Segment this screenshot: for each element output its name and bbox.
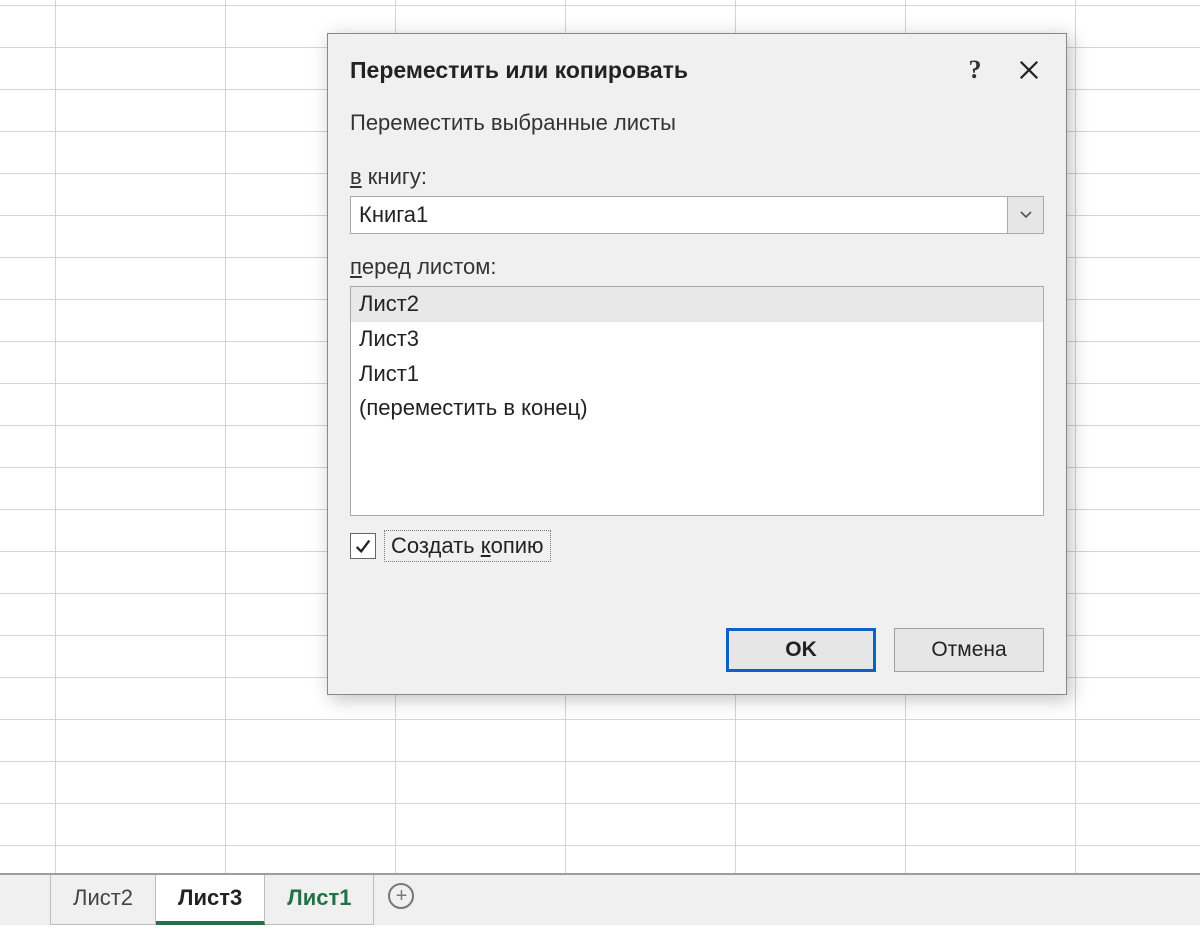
ok-button[interactable]: OK [726,628,876,672]
before-sheet-label: перед листом: [350,254,1044,280]
sheet-tabs-bar: Лист2Лист3Лист1 + [0,873,1200,925]
dialog-titlebar[interactable]: Переместить или копировать ? [328,34,1066,106]
checkmark-icon [354,537,372,555]
dialog-title: Переместить или копировать [350,57,948,84]
to-book-label: в книгу: [350,164,1044,190]
chevron-down-icon [1020,211,1032,219]
sheet-tab[interactable]: Лист1 [265,875,374,925]
plus-icon: + [388,883,414,909]
combobox-dropdown-button[interactable] [1007,197,1043,233]
cancel-button[interactable]: Отмена [894,628,1044,672]
close-button[interactable] [1002,50,1056,90]
help-button[interactable]: ? [948,50,1002,90]
list-item[interactable]: Лист3 [351,322,1043,357]
list-item[interactable]: Лист2 [351,287,1043,322]
list-item[interactable]: Лист1 [351,357,1043,392]
to-book-combobox[interactable] [350,196,1044,234]
create-copy-row: Создать копию [350,530,1044,562]
tabs-spacer [0,875,50,925]
move-or-copy-dialog: Переместить или копировать ? Переместить… [327,33,1067,695]
to-book-value[interactable] [351,197,1007,233]
sheet-tab[interactable]: Лист2 [50,875,156,925]
dialog-button-row: OK Отмена [328,628,1066,694]
dialog-subtitle: Переместить выбранные листы [350,110,1044,136]
create-copy-label[interactable]: Создать копию [384,530,551,562]
list-item[interactable]: (переместить в конец) [351,391,1043,426]
sheet-tab[interactable]: Лист3 [156,875,265,925]
new-sheet-button[interactable]: + [374,875,428,909]
before-sheet-listbox[interactable]: Лист2Лист3Лист1(переместить в конец) [350,286,1044,516]
dialog-body: Переместить выбранные листы в книгу: пер… [328,106,1066,628]
create-copy-checkbox[interactable] [350,533,376,559]
close-icon [1018,59,1040,81]
